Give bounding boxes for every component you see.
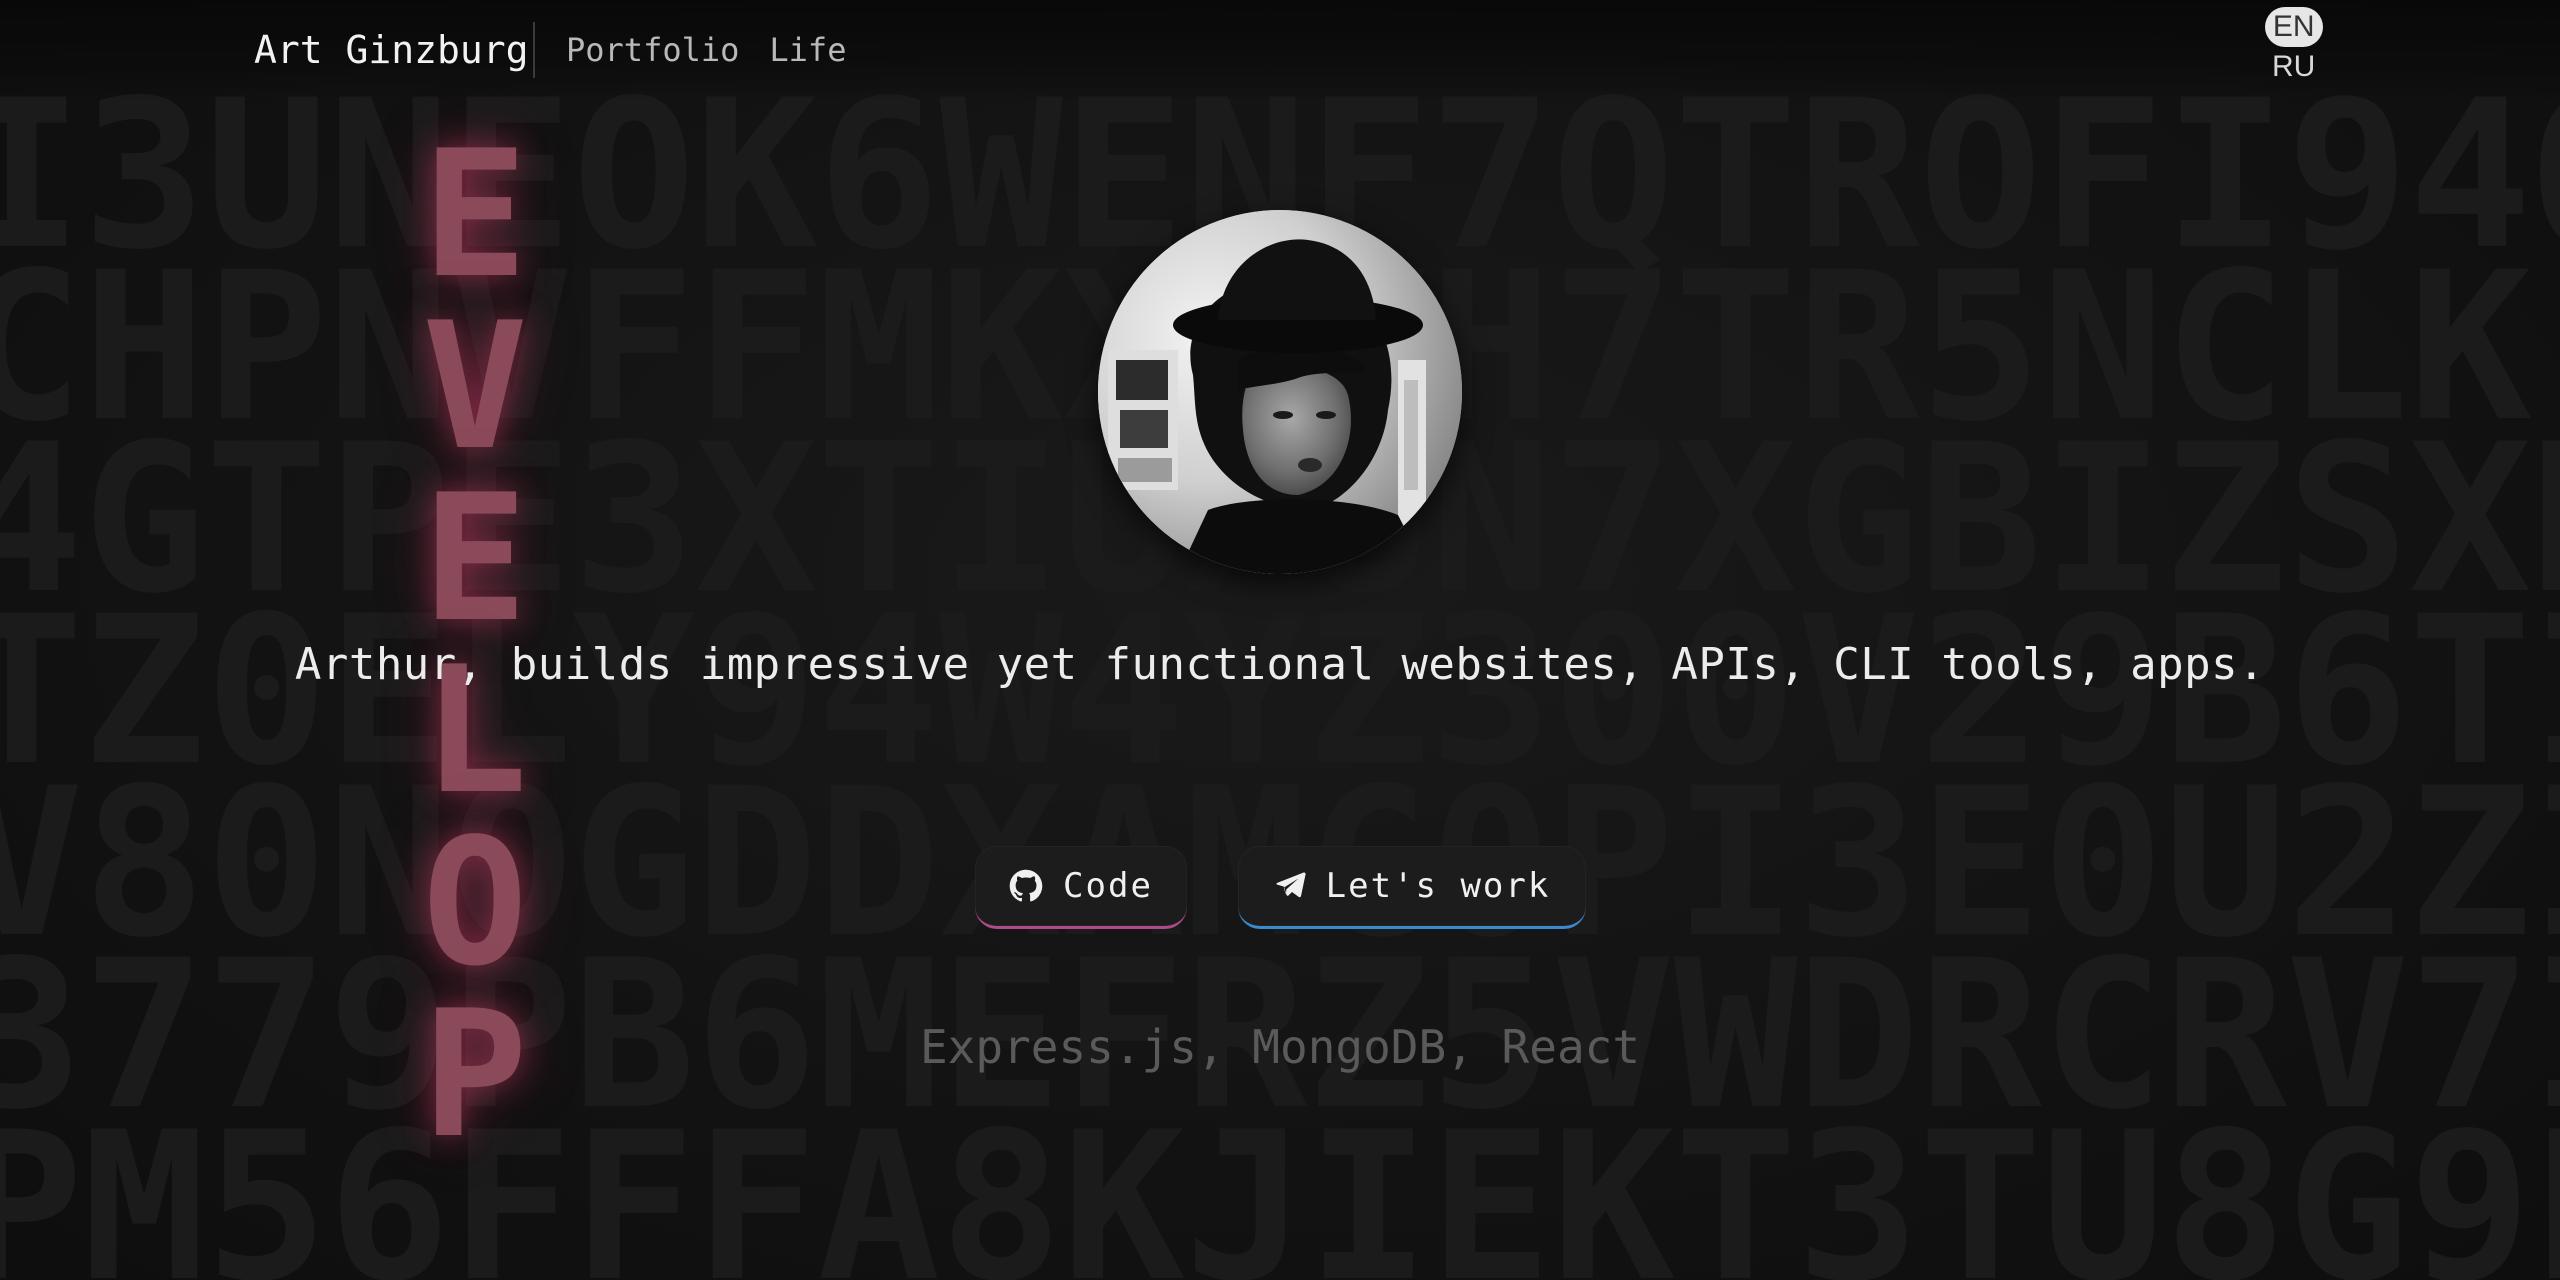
main-nav: Portfolio Life bbox=[566, 30, 846, 70]
vertical-letter: E bbox=[422, 114, 528, 317]
avatar-photo bbox=[1098, 210, 1462, 574]
lets-work-button-label: Let's work bbox=[1325, 866, 1551, 906]
language-ru-button[interactable]: RU bbox=[2264, 47, 2323, 87]
code-button-label: Code bbox=[1063, 866, 1153, 906]
language-switcher: EN RU bbox=[2264, 7, 2323, 87]
lets-work-button[interactable]: Let's work bbox=[1238, 846, 1586, 929]
page: I3UNEOK6WENF7QTROFI94Q CHPNVFFMKXNXH7TR5… bbox=[0, 0, 2560, 1280]
site-header: Art Ginzburg Portfolio Life EN RU bbox=[0, 0, 2560, 100]
nav-link-portfolio[interactable]: Portfolio bbox=[566, 30, 739, 70]
avatar bbox=[1098, 210, 1462, 574]
vertical-letter: V bbox=[422, 286, 528, 489]
vertical-letter: E bbox=[422, 458, 528, 661]
hero-tagline: Arthur, builds impressive yet functional… bbox=[294, 639, 2266, 690]
telegram-icon bbox=[1276, 872, 1306, 898]
nav-link-life[interactable]: Life bbox=[769, 30, 846, 70]
language-en-button[interactable]: EN bbox=[2264, 7, 2323, 47]
brand-name[interactable]: Art Ginzburg bbox=[254, 24, 529, 76]
header-divider bbox=[533, 22, 535, 78]
github-icon bbox=[1009, 869, 1043, 902]
code-button[interactable]: Code bbox=[975, 846, 1187, 929]
background-row: PM56FFFA8KJIEKT3TU8G9FC bbox=[0, 1089, 2560, 1280]
vertical-letter: O bbox=[422, 802, 528, 1005]
tech-stack-text: Express.js, MongoDB, React bbox=[919, 1020, 1641, 1074]
